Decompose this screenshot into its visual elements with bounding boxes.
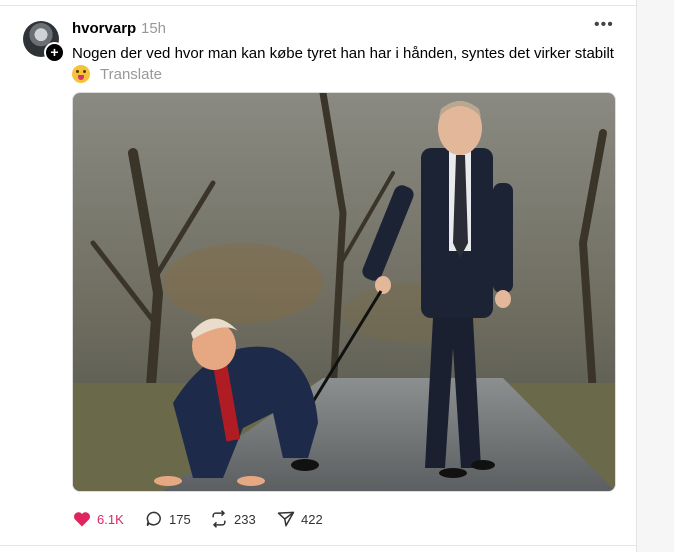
follow-plus-icon[interactable]: + xyxy=(44,42,65,63)
reply-count: 175 xyxy=(169,511,191,527)
translate-link[interactable]: Translate xyxy=(100,66,162,83)
timestamp[interactable]: 15h xyxy=(141,20,166,37)
divider xyxy=(0,5,636,6)
comment-icon xyxy=(146,511,161,527)
username[interactable]: hvorvarp xyxy=(72,20,136,37)
heart-icon xyxy=(73,512,91,527)
like-button[interactable]: 6.1K xyxy=(72,508,124,530)
share-count: 422 xyxy=(301,511,323,527)
more-options-icon[interactable]: ••• xyxy=(594,16,614,34)
post-text: Nogen der ved hvor man kan købe tyret ha… xyxy=(72,45,614,62)
post-image-graphic xyxy=(73,93,615,491)
send-icon xyxy=(277,511,295,527)
divider xyxy=(0,545,636,546)
tongue-emoji-icon xyxy=(72,65,90,83)
post-image[interactable] xyxy=(72,92,616,492)
scrollbar-gutter[interactable] xyxy=(636,0,674,552)
repost-icon xyxy=(212,510,226,528)
feed: + hvorvarp 15h ••• Nogen der ved hvor ma… xyxy=(0,0,636,552)
like-count: 6.1K xyxy=(97,511,124,527)
repost-button[interactable]: 233 xyxy=(209,508,256,530)
reply-button[interactable]: 175 xyxy=(144,508,191,530)
repost-count: 233 xyxy=(234,511,256,527)
share-button[interactable]: 422 xyxy=(276,508,323,530)
